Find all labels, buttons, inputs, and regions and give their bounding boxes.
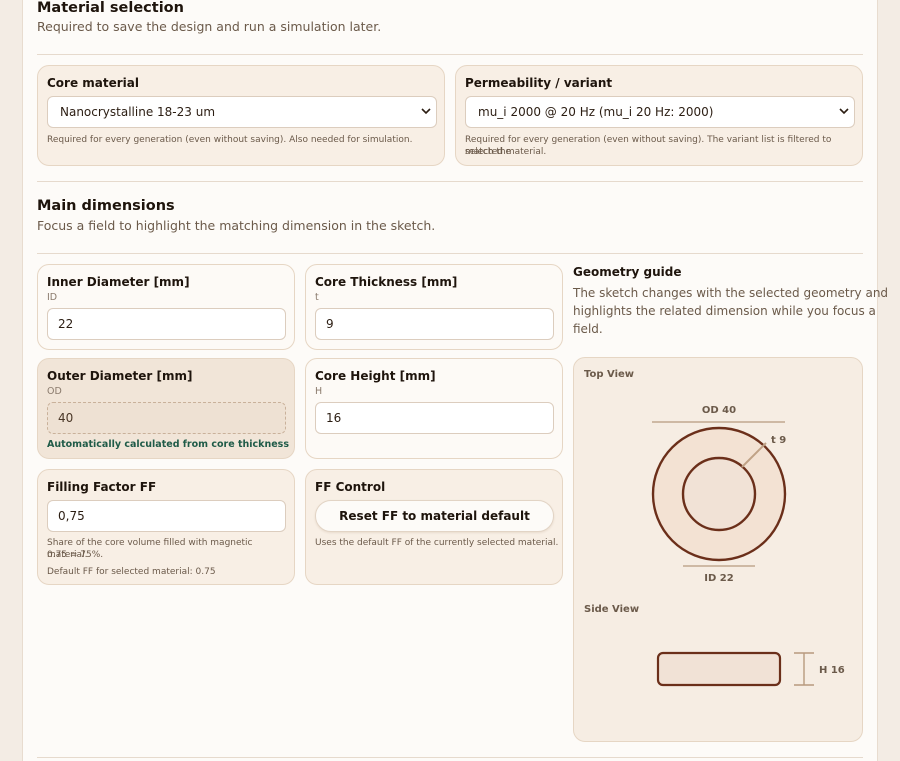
geometry-guide-title: Geometry guide bbox=[573, 265, 682, 279]
permeability-card: Permeability / variant mu_i 2000 @ 20 Hz… bbox=[455, 65, 863, 166]
permeability-label: Permeability / variant bbox=[465, 76, 613, 90]
reset-ff-button[interactable]: Reset FF to material default bbox=[315, 500, 554, 532]
filling-factor-input[interactable]: 0,75 bbox=[47, 500, 286, 532]
filling-factor-help-2: 0.75 = 75%. bbox=[47, 550, 104, 560]
divider bbox=[37, 757, 863, 758]
outer-diameter-note: Automatically calculated from core thick… bbox=[47, 439, 289, 450]
geometry-sketch: Top View OD 40 t 9 ID 22 H 16 Side View bbox=[573, 357, 863, 742]
divider bbox=[37, 181, 863, 182]
sketch-drawing: OD 40 t 9 ID 22 H 16 bbox=[651, 405, 845, 687]
outer-diameter-card: Outer Diameter [mm] OD 40 Automatically … bbox=[37, 358, 295, 459]
ff-control-label: FF Control bbox=[315, 480, 386, 494]
geometry-guide-text-3: field. bbox=[573, 322, 603, 336]
side-view-label: Side View bbox=[584, 604, 640, 615]
core-material-label: Core material bbox=[47, 76, 140, 90]
dimensions-section-subtitle: Focus a field to highlight the matching … bbox=[37, 218, 436, 233]
core-thickness-input[interactable]: 9 bbox=[315, 308, 554, 340]
core-material-help: Required for every generation (even with… bbox=[47, 135, 413, 145]
ff-control-card: FF Control Reset FF to material default … bbox=[305, 469, 563, 585]
ff-control-help: Uses the default FF of the currently sel… bbox=[315, 538, 559, 548]
divider bbox=[37, 253, 863, 254]
h-label: H 16 bbox=[819, 665, 845, 676]
id-label: ID 22 bbox=[704, 573, 733, 584]
filling-factor-label: Filling Factor FF bbox=[47, 480, 157, 494]
geometry-guide-text-2: highlights the related dimension while y… bbox=[573, 304, 876, 318]
material-section-subtitle: Required to save the design and run a si… bbox=[37, 19, 382, 34]
core-thickness-card: Core Thickness [mm] t 9 bbox=[305, 264, 563, 350]
chevron-down-icon bbox=[839, 108, 849, 115]
core-thickness-label: Core Thickness [mm] bbox=[315, 275, 458, 289]
od-label: OD 40 bbox=[702, 405, 736, 416]
core-material-selected: Nanocrystalline 18-23 um bbox=[60, 105, 216, 119]
permeability-selected: mu_i 2000 @ 20 Hz (mu_i 20 Hz: 2000) bbox=[478, 105, 714, 119]
outer-diameter-code: OD bbox=[47, 386, 62, 397]
outer-diameter-label: Outer Diameter [mm] bbox=[47, 369, 193, 383]
t-label: t 9 bbox=[771, 435, 786, 446]
dimensions-section-title: Main dimensions bbox=[37, 198, 175, 214]
outer-diameter-input: 40 bbox=[47, 402, 286, 434]
core-height-label: Core Height [mm] bbox=[315, 369, 436, 383]
side-view-body bbox=[656, 651, 782, 687]
filling-factor-default: Default FF for selected material: 0.75 bbox=[47, 567, 216, 577]
core-height-input[interactable]: 16 bbox=[315, 402, 554, 434]
core-thickness-code: t bbox=[315, 292, 319, 303]
material-section-title: Material selection bbox=[37, 0, 184, 16]
inner-diameter-card: Inner Diameter [mm] ID 22 bbox=[37, 264, 295, 350]
permeability-help-2: selected material. bbox=[465, 147, 547, 157]
core-material-select[interactable]: Nanocrystalline 18-23 um bbox=[47, 96, 437, 128]
permeability-select[interactable]: mu_i 2000 @ 20 Hz (mu_i 20 Hz: 2000) bbox=[465, 96, 855, 128]
inner-diameter-code: ID bbox=[47, 292, 58, 303]
filling-factor-card: Filling Factor FF 0,75 Share of the core… bbox=[37, 469, 295, 585]
geometry-guide-text-1: The sketch changes with the selected geo… bbox=[573, 286, 889, 300]
core-material-card: Core material Nanocrystalline 18-23 um R… bbox=[37, 65, 445, 166]
inner-diameter-input[interactable]: 22 bbox=[47, 308, 286, 340]
inner-diameter-label: Inner Diameter [mm] bbox=[47, 275, 190, 289]
core-height-code: H bbox=[315, 386, 323, 397]
chevron-down-icon bbox=[421, 108, 431, 115]
divider bbox=[37, 54, 863, 55]
inner-ring bbox=[681, 456, 757, 532]
core-height-card: Core Height [mm] H 16 bbox=[305, 358, 563, 459]
